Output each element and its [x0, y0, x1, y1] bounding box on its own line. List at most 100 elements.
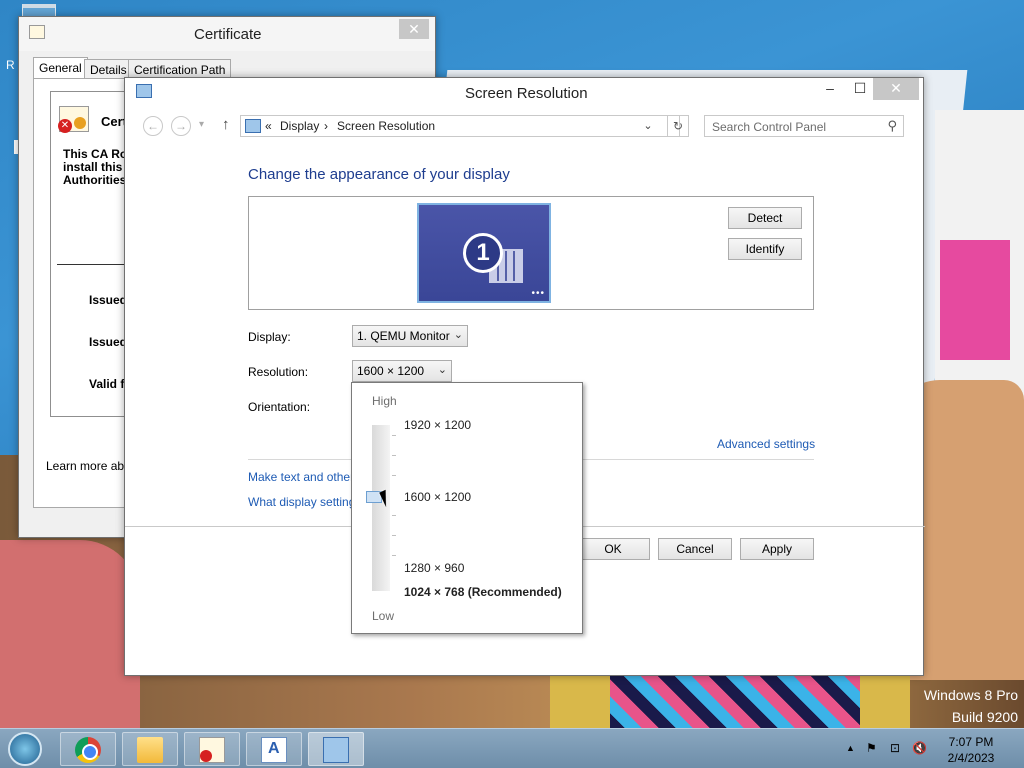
certificate-warning-text: This CA Roo install this c Authorities: [63, 148, 131, 187]
wallpaper-shape: [0, 540, 140, 730]
tab-certification-path[interactable]: Certification Path: [128, 59, 232, 79]
up-button[interactable]: ↑: [222, 116, 230, 133]
screen-resolution-titlebar[interactable]: Screen Resolution – ☐ ✕: [125, 78, 923, 106]
display-label: Display:: [248, 330, 291, 344]
chevron-down-icon: ⌄: [437, 364, 447, 376]
maximize-button[interactable]: ☐: [845, 78, 875, 100]
taskbar: ▲ ⚑ ⊡ 🔇 7:07 PM 2/4/2023: [0, 728, 1024, 768]
issued-by-label: Issued: [89, 335, 127, 349]
clock-time: 7:07 PM: [948, 735, 994, 749]
certificate-app-icon: [29, 25, 45, 39]
search-box[interactable]: Search Control Panel ⚲: [704, 115, 904, 137]
certificate-icon: [199, 737, 225, 763]
advanced-settings-link[interactable]: Advanced settings: [717, 437, 815, 451]
taskbar-wordpad[interactable]: [246, 732, 302, 766]
breadcrumb-separator-icon[interactable]: ›: [324, 119, 328, 133]
taskbar-certificate[interactable]: [184, 732, 240, 766]
tab-general[interactable]: General: [33, 57, 88, 79]
taskbar-file-explorer[interactable]: [122, 732, 178, 766]
folder-icon: [137, 737, 163, 763]
wordpad-icon: [261, 737, 287, 763]
clock-date: 2/4/2023: [947, 751, 995, 765]
high-label: High: [372, 394, 397, 408]
start-button[interactable]: [8, 732, 42, 766]
chrome-icon: [75, 737, 101, 763]
clock[interactable]: 7:07 PM 2/4/2023: [936, 734, 1006, 766]
apply-button[interactable]: Apply: [740, 538, 814, 560]
valid-from-label: Valid fr: [89, 377, 127, 391]
tab-details[interactable]: Details: [84, 59, 133, 79]
taskbar-chrome[interactable]: [60, 732, 116, 766]
page-title: Change the appearance of your display: [248, 166, 510, 183]
display-location-icon: [245, 119, 261, 133]
back-button[interactable]: ←: [143, 116, 163, 136]
slider-tick: [392, 455, 396, 456]
certificate-tabs: General Details Certification Path: [33, 57, 433, 79]
certificate-window-title: Certificate: [194, 26, 262, 43]
certificate-error-icon: ✕: [58, 106, 89, 133]
resolution-option-1280x960[interactable]: 1280 × 960: [404, 561, 464, 575]
orientation-label: Orientation:: [248, 400, 311, 414]
show-hidden-icons-button[interactable]: ▲: [846, 743, 855, 753]
slider-tick: [392, 475, 396, 476]
forward-button[interactable]: →: [171, 116, 191, 136]
display-select-value: 1. QEMU Monitor: [357, 329, 450, 343]
refresh-button[interactable]: ↻: [667, 115, 689, 137]
cancel-button[interactable]: Cancel: [658, 538, 732, 560]
monitor-preview-area: 1 ••• Detect Identify: [248, 196, 814, 310]
watermark-edition: Windows 8 Pro: [923, 687, 1018, 703]
chevron-down-icon: ▾: [199, 119, 205, 130]
search-input[interactable]: Search Control Panel: [712, 120, 826, 134]
chevron-down-icon: ⌄: [453, 329, 463, 341]
watermark-build: Build 9200: [951, 709, 1018, 725]
resolution-option-1920x1200[interactable]: 1920 × 1200: [404, 418, 471, 432]
close-icon: ✕: [408, 21, 420, 37]
ellipsis-icon: •••: [531, 288, 545, 299]
error-x-icon: ✕: [58, 119, 72, 133]
slider-tick: [392, 515, 396, 516]
forward-arrow-icon: →: [175, 119, 187, 133]
search-icon[interactable]: ⚲: [887, 118, 897, 134]
display-settings-help-link[interactable]: What display setting: [248, 495, 355, 509]
back-arrow-icon: ←: [147, 119, 159, 133]
identify-button[interactable]: Identify: [728, 238, 802, 260]
network-icon[interactable]: ⊡: [890, 741, 900, 755]
windows-watermark: Windows 8 Pro Build 9200: [924, 684, 1018, 728]
minimize-button[interactable]: –: [815, 78, 845, 100]
low-label: Low: [372, 609, 395, 623]
certificate-titlebar[interactable]: Certificate ✕: [19, 17, 435, 51]
issued-to-label: Issued: [89, 293, 127, 307]
refresh-icon: ↻: [672, 119, 684, 133]
close-button[interactable]: ✕: [873, 78, 919, 100]
warning-line: Authorities: [63, 173, 127, 187]
resolution-option-1024x768-recommended[interactable]: 1024 × 768 (Recommended): [404, 585, 562, 599]
certificate-close-button[interactable]: ✕: [399, 19, 429, 39]
up-arrow-icon: ↑: [222, 116, 230, 133]
address-bar[interactable]: « Display › Screen Resolution ⌄: [240, 115, 680, 137]
chevron-down-icon: ⌄: [643, 120, 653, 132]
taskbar-screen-resolution[interactable]: [308, 732, 364, 766]
monitor-1-thumbnail[interactable]: 1 •••: [417, 203, 551, 303]
ok-button[interactable]: OK: [576, 538, 650, 560]
display-icon: [323, 737, 349, 763]
text-size-link[interactable]: Make text and other: [248, 470, 354, 484]
resolution-select-value: 1600 × 1200: [357, 364, 425, 378]
detect-button[interactable]: Detect: [728, 207, 802, 229]
close-icon: ✕: [890, 80, 902, 96]
action-center-flag-icon[interactable]: ⚑: [866, 741, 877, 755]
slider-tick: [392, 535, 396, 536]
display-select[interactable]: 1. QEMU Monitor ⌄: [352, 325, 468, 347]
breadcrumb-display[interactable]: Display: [280, 119, 319, 133]
recent-locations-button[interactable]: ▾: [199, 119, 204, 130]
breadcrumb-overflow-icon[interactable]: «: [265, 119, 272, 133]
resolution-slider-track[interactable]: [372, 425, 390, 591]
resolution-select[interactable]: 1600 × 1200 ⌄: [352, 360, 452, 382]
volume-muted-icon[interactable]: 🔇: [912, 741, 927, 755]
slider-tick: [392, 435, 396, 436]
breadcrumb-screen-resolution[interactable]: Screen Resolution: [337, 119, 435, 133]
navigation-bar: ← → ▾ ↑ « Display › Screen Resolution ⌄ …: [135, 113, 915, 137]
address-dropdown-button[interactable]: ⌄: [639, 116, 657, 136]
resolution-option-1600x1200[interactable]: 1600 × 1200: [404, 490, 471, 504]
monitor-number: 1: [463, 233, 503, 273]
screen-resolution-title: Screen Resolution: [465, 85, 588, 102]
